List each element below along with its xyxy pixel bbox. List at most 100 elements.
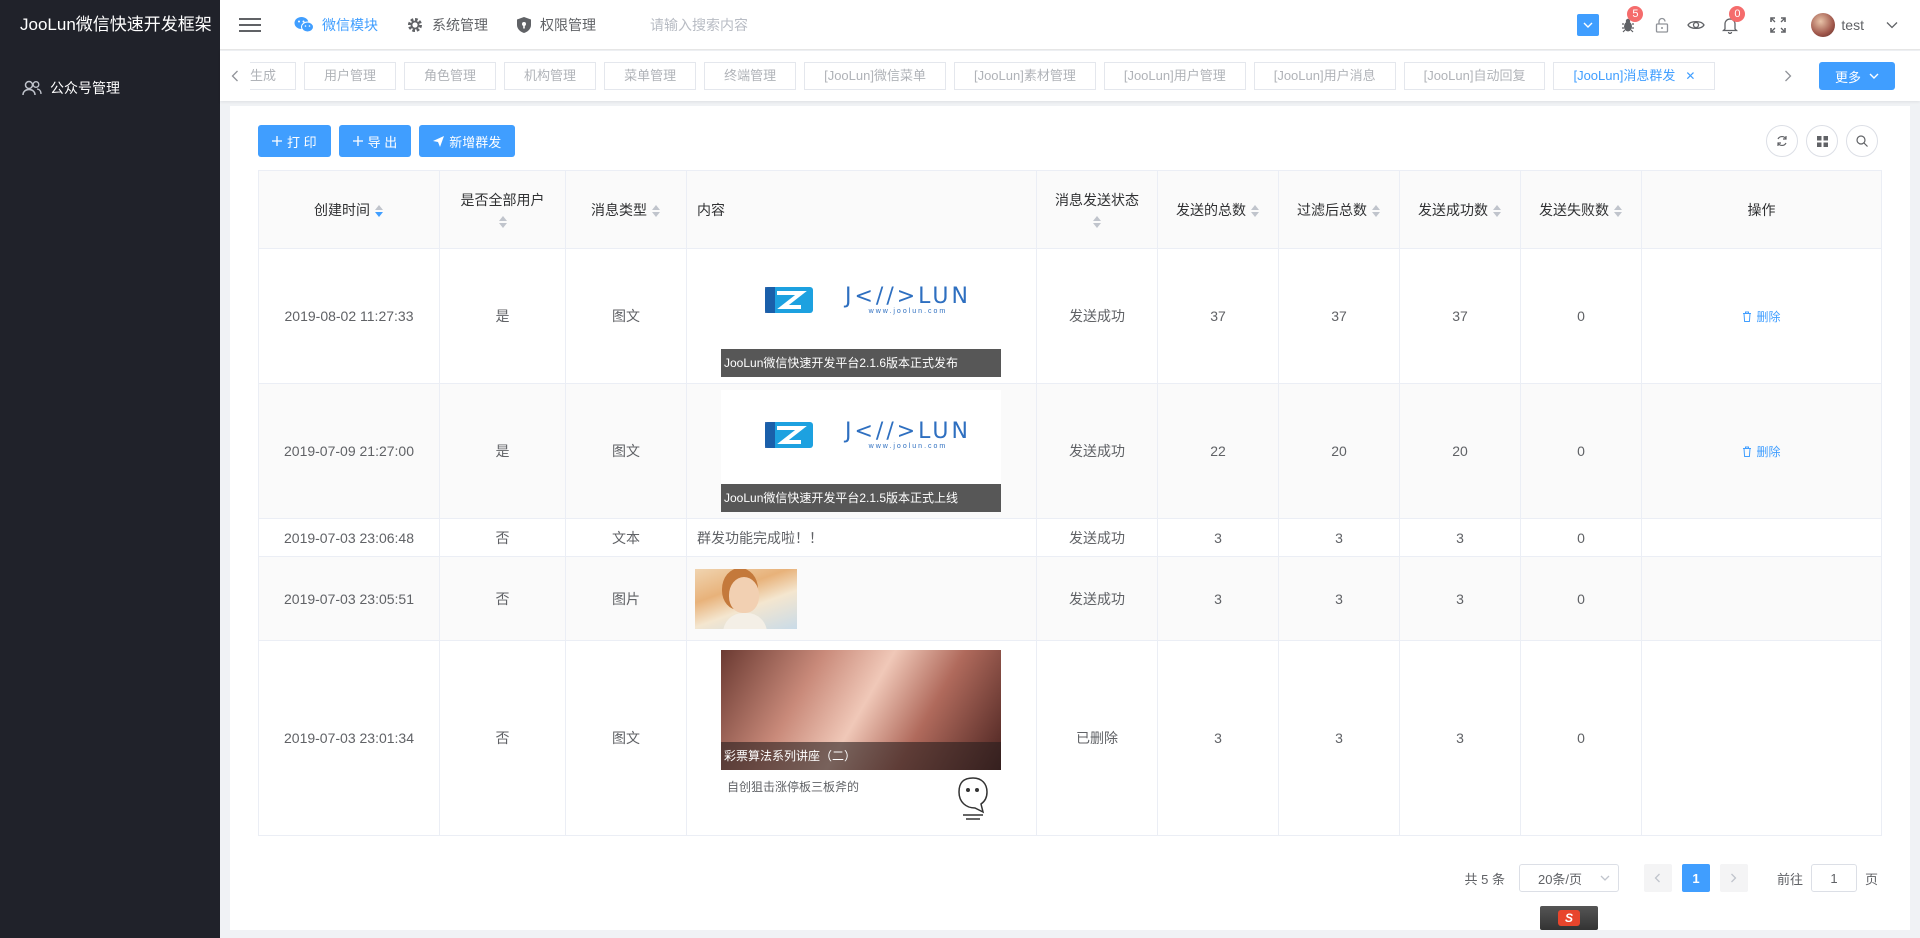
sort-icon[interactable] [374, 203, 384, 219]
column-label: 消息发送状态 [1055, 191, 1139, 208]
cell-content: J<//>LUN www.joolun.com JooLun微信快速开发平台2.… [686, 248, 1037, 384]
topnav-system[interactable]: 系统管理 [392, 0, 502, 50]
news-card[interactable]: J<//>LUN www.joolun.com JooLun微信快速开发平台2.… [721, 255, 1001, 377]
news-caption: 彩票算法系列讲座（二） [721, 742, 1001, 770]
page-number-current[interactable]: 1 [1681, 864, 1710, 892]
search-toggle-button[interactable] [1846, 125, 1878, 157]
column-label: 发送失败数 [1539, 201, 1609, 218]
tag-label: [JooLun]素材管理 [973, 68, 1076, 83]
main-card: 打 印 导 出 新增群发 创建时间 是否全部用户 消息类型 内容 消息发送状态 … [230, 106, 1910, 930]
column-label: 内容 [697, 201, 725, 218]
sort-icon[interactable] [498, 215, 508, 228]
bug-log-button[interactable]: 5 [1611, 0, 1645, 50]
menu-toggle-button[interactable] [220, 0, 280, 50]
cell-filtered: 37 [1278, 248, 1400, 384]
cell-all-users: 否 [439, 556, 566, 641]
table-tools [1758, 125, 1878, 157]
tag-item[interactable]: [JooLun]素材管理 [953, 62, 1096, 90]
columns-button[interactable] [1806, 125, 1838, 157]
column-label: 消息类型 [591, 201, 647, 218]
ime-toolbar[interactable]: S [1540, 906, 1598, 930]
sort-icon[interactable] [1250, 203, 1260, 219]
joolun-logo: J<//>LUN www.joolun.com [765, 285, 971, 315]
next-page-button[interactable] [1719, 864, 1748, 892]
news-card[interactable]: 彩票算法系列讲座（二） [721, 650, 1001, 770]
preview-button[interactable] [1679, 0, 1713, 50]
delete-button[interactable]: 删除 [1742, 308, 1781, 325]
trash-icon [1743, 311, 1752, 322]
sort-icon[interactable] [1371, 203, 1381, 219]
goto-prefix: 前往 [1776, 871, 1803, 887]
column-label: 是否全部用户 [460, 191, 545, 208]
tag-item[interactable]: [JooLun]用户消息 [1253, 62, 1396, 90]
tag-item[interactable]: 终端管理 [704, 62, 797, 90]
tag-item[interactable]: [JooLun]微信菜单 [804, 62, 946, 90]
cell-total: 3 [1157, 518, 1279, 557]
goto-suffix: 页 [1864, 871, 1878, 887]
topnav-permission[interactable]: 权限管理 [502, 0, 610, 50]
goto-page-input[interactable] [1810, 864, 1857, 892]
tag-item[interactable]: 用户管理 [304, 62, 397, 90]
tag-item-active[interactable]: [JooLun]消息群发 ✕ [1553, 62, 1716, 90]
tag-label: [JooLun]用户消息 [1273, 68, 1376, 83]
cell-filtered: 3 [1278, 518, 1400, 557]
image-thumbnail[interactable] [695, 568, 797, 629]
tag-item[interactable]: [JooLun]用户管理 [1103, 62, 1246, 90]
prev-page-button[interactable] [1643, 864, 1672, 892]
send-icon [433, 135, 445, 147]
print-button[interactable]: 打 印 [258, 125, 331, 157]
sort-icon[interactable] [1492, 203, 1502, 219]
column-header[interactable]: 是否全部用户 [439, 170, 566, 249]
tag-item[interactable]: 生成 [250, 62, 297, 90]
search-input[interactable] [650, 9, 850, 40]
tags-scroll-left[interactable] [220, 51, 250, 101]
tag-item[interactable]: [JooLun]自动回复 [1403, 62, 1546, 90]
fullscreen-button[interactable] [1761, 0, 1795, 50]
column-header[interactable]: 过滤后总数 [1278, 170, 1400, 249]
column-header[interactable]: 消息发送状态 [1036, 170, 1158, 249]
delete-button[interactable]: 删除 [1742, 443, 1781, 460]
cell-fail: 0 [1520, 556, 1642, 641]
tag-item[interactable]: 角色管理 [404, 62, 497, 90]
user-menu[interactable]: test [1811, 13, 1898, 37]
column-header[interactable]: 发送失败数 [1520, 170, 1642, 249]
column-header: 内容 [686, 170, 1037, 249]
cell-filtered: 3 [1278, 640, 1400, 836]
export-button[interactable]: 导 出 [338, 125, 412, 157]
refresh-button[interactable] [1766, 125, 1798, 157]
cell-all-users: 是 [439, 383, 566, 519]
sidebar-item-official-account[interactable]: 公众号管理 [0, 63, 220, 113]
page-size-select[interactable]: 20条/页 [1518, 864, 1619, 892]
lock-screen-button[interactable] [1645, 0, 1679, 50]
news-sub-item[interactable]: 自创狙击涨停板三板斧的 [721, 770, 1001, 826]
sort-icon[interactable] [651, 203, 661, 219]
button-label: 打 印 [287, 134, 317, 150]
logo-word: J<//>LUN [845, 283, 971, 309]
plus-icon [272, 136, 282, 146]
column-header[interactable]: 发送的总数 [1157, 170, 1279, 249]
column-header[interactable]: 创建时间 [258, 170, 440, 249]
search-icon [1856, 135, 1868, 147]
table-row: 2019-08-02 11:27:33 是 图文 J<//>LUN www.jo… [258, 248, 1882, 384]
tag-item[interactable]: 机构管理 [504, 62, 597, 90]
tags-more-button[interactable]: 更多 [1819, 62, 1895, 90]
news-card[interactable]: J<//>LUN www.joolun.com JooLun微信快速开发平台2.… [721, 390, 1001, 512]
close-icon[interactable]: ✕ [1685, 69, 1695, 83]
cell-actions: 删除 [1641, 383, 1882, 519]
tag-label: 机构管理 [524, 68, 577, 83]
column-header[interactable]: 发送成功数 [1399, 170, 1521, 249]
topnav-wechat[interactable]: 微信模块 [280, 0, 392, 50]
theme-color-picker[interactable] [1577, 14, 1600, 36]
sort-icon[interactable] [1092, 215, 1102, 228]
notification-button[interactable]: 0 [1713, 0, 1747, 50]
cell-status: 发送成功 [1036, 383, 1158, 519]
add-mass-message-button[interactable]: 新增群发 [419, 125, 516, 157]
sort-icon[interactable] [1613, 203, 1623, 219]
fullscreen-icon [1770, 17, 1787, 33]
cell-time: 2019-07-09 21:27:00 [258, 383, 440, 519]
cell-total: 37 [1157, 248, 1279, 384]
column-header[interactable]: 消息类型 [565, 170, 687, 249]
cell-total: 3 [1157, 556, 1279, 641]
tag-item[interactable]: 菜单管理 [604, 62, 697, 90]
tags-scroll-right[interactable] [1773, 51, 1803, 101]
